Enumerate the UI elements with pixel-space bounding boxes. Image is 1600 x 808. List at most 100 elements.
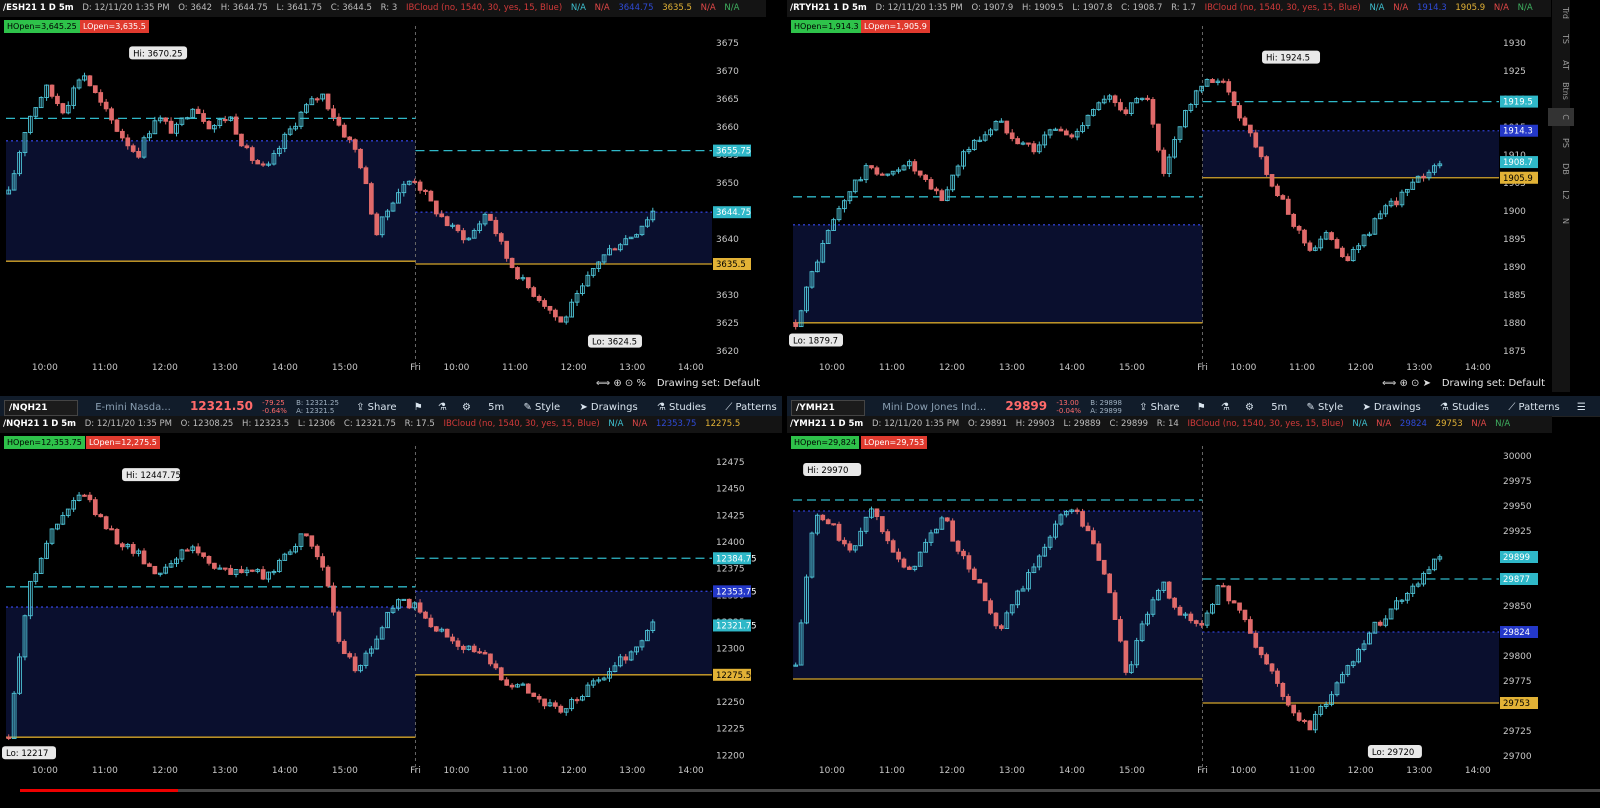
drawings-button[interactable]: ➤ Drawings <box>571 402 645 413</box>
candle <box>553 702 558 707</box>
low-callout-label: Lo: 12217 <box>6 749 48 759</box>
side-tab-ps[interactable]: PS <box>1548 134 1574 152</box>
bid-ask: B: 12321.25 A: 12321.5 <box>296 399 339 415</box>
candle <box>433 200 439 215</box>
y-tick-label: 12375 <box>716 565 745 575</box>
price-chart[interactable]: 2970029725297502977529800298252985029875… <box>787 416 1551 786</box>
timeframe-button[interactable]: 5m <box>1263 402 1295 413</box>
flask-icon[interactable]: ⚗ <box>1215 402 1236 413</box>
candle <box>98 514 104 518</box>
candle <box>934 188 939 192</box>
candle <box>341 640 347 655</box>
y-tick-label: 3670 <box>716 67 739 77</box>
candle <box>455 224 461 232</box>
candle <box>1091 530 1096 545</box>
x-tick-label: 11:00 <box>92 363 118 373</box>
y-tick-label: 29800 <box>1503 652 1532 662</box>
gear-icon[interactable]: ⚙ <box>1239 402 1260 413</box>
candle <box>493 663 499 669</box>
y-tick-label: 3630 <box>716 291 739 301</box>
style-button[interactable]: ✎ Style <box>1298 402 1351 413</box>
x-tick-label: 12:00 <box>1348 363 1374 373</box>
side-tab-l2[interactable]: L2 <box>1548 186 1574 204</box>
drawing-set-label[interactable]: Drawing set: Default <box>657 376 760 392</box>
menu-icon[interactable]: ☰ <box>1571 402 1592 413</box>
symbol-selector[interactable]: /YMH21 <box>791 400 865 416</box>
candle <box>249 569 255 572</box>
candle <box>147 563 152 567</box>
candle <box>923 174 928 180</box>
candle <box>363 167 369 185</box>
candle <box>1112 95 1118 104</box>
flag-icon[interactable]: ⚑ <box>408 402 429 413</box>
price-chart[interactable]: 1220012225122501227512300123251235012375… <box>0 416 782 786</box>
candle <box>879 173 885 176</box>
y-tick-label: 12400 <box>716 538 745 548</box>
candle <box>1145 97 1150 100</box>
flask-icon[interactable]: ⚗ <box>432 402 453 413</box>
candle <box>1302 719 1307 723</box>
video-progress-bar[interactable] <box>20 789 1600 792</box>
x-tick-label: 14:00 <box>1059 766 1085 776</box>
price-marker-label: 29753 <box>1503 699 1530 709</box>
y-tick-label: 29775 <box>1503 677 1532 687</box>
side-tab-at[interactable]: AT <box>1548 56 1574 74</box>
drawing-set-label[interactable]: Drawing set: Default <box>1442 376 1545 392</box>
studies-button[interactable]: ⚗ Studies <box>1432 402 1497 413</box>
flag-icon[interactable]: ⚑ <box>1191 402 1212 413</box>
side-tab-db[interactable]: DB <box>1548 160 1574 178</box>
candle <box>901 558 907 568</box>
candle <box>444 628 450 638</box>
candle <box>488 213 493 221</box>
side-tab-ts[interactable]: TS <box>1548 30 1574 48</box>
price-marker-label: 3655.75 <box>716 147 751 157</box>
symbol-selector[interactable]: /NQH21 <box>4 400 78 416</box>
y-tick-label: 3665 <box>716 95 739 105</box>
x-tick-label: 11:00 <box>502 766 528 776</box>
style-button[interactable]: ✎ Style <box>515 402 568 413</box>
candle <box>612 248 618 251</box>
price-chart[interactable]: 3620362536303635364036453650365536603665… <box>0 0 766 392</box>
side-tab-trade[interactable]: Trd <box>1548 4 1574 22</box>
gear-icon[interactable]: ⚙ <box>456 402 477 413</box>
x-tick-label: 11:00 <box>1289 766 1315 776</box>
candle <box>1101 559 1107 575</box>
drawings-button[interactable]: ➤ Drawings <box>1354 402 1428 413</box>
candle <box>1237 602 1242 611</box>
side-tab-c[interactable]: C <box>1548 108 1574 126</box>
share-button[interactable]: ⇪ Share <box>348 402 404 413</box>
candle <box>525 277 531 289</box>
candle <box>488 653 493 665</box>
candle <box>1307 720 1313 731</box>
candle <box>1285 696 1291 706</box>
x-tick-label: 12:00 <box>152 766 178 776</box>
y-tick-label: 12425 <box>716 511 745 521</box>
candle <box>347 653 353 658</box>
price-marker-label: 3644.75 <box>716 208 751 218</box>
share-button[interactable]: ⇪ Share <box>1131 402 1187 413</box>
patterns-button[interactable]: ⟋ Patterns <box>717 402 782 413</box>
y-tick-label: 29700 <box>1503 752 1532 762</box>
x-tick-label: 14:00 <box>678 766 704 776</box>
candle <box>130 544 136 554</box>
studies-button[interactable]: ⚗ Studies <box>649 402 714 413</box>
candle <box>477 651 482 654</box>
candle <box>239 133 244 147</box>
price-chart[interactable]: 1875188018851890189519001905191019151920… <box>787 0 1551 392</box>
patterns-button[interactable]: ⟋ Patterns <box>1500 402 1567 413</box>
high-callout-label: Hi: 12447.75 <box>126 471 181 481</box>
x-tick-label: 14:00 <box>272 363 298 373</box>
x-tick-label: 11:00 <box>879 363 905 373</box>
x-tick-label: 15:00 <box>332 766 358 776</box>
chart-controls[interactable]: ⟺ ⊕ ⊙ % <box>596 376 646 392</box>
low-callout-label: Lo: 3624.5 <box>592 338 637 348</box>
price-marker-label: 12353.75 <box>716 587 757 597</box>
chart-controls[interactable]: ⟺ ⊕ ⊙ ➤ <box>1382 376 1431 392</box>
side-tab-buttons[interactable]: Btns <box>1548 82 1574 100</box>
y-tick-label: 1900 <box>1503 207 1526 217</box>
price-marker-label: 12384.75 <box>716 554 757 564</box>
candle <box>531 287 537 297</box>
side-tab-n[interactable]: N <box>1548 212 1574 230</box>
candle <box>542 300 547 307</box>
timeframe-button[interactable]: 5m <box>480 402 512 413</box>
